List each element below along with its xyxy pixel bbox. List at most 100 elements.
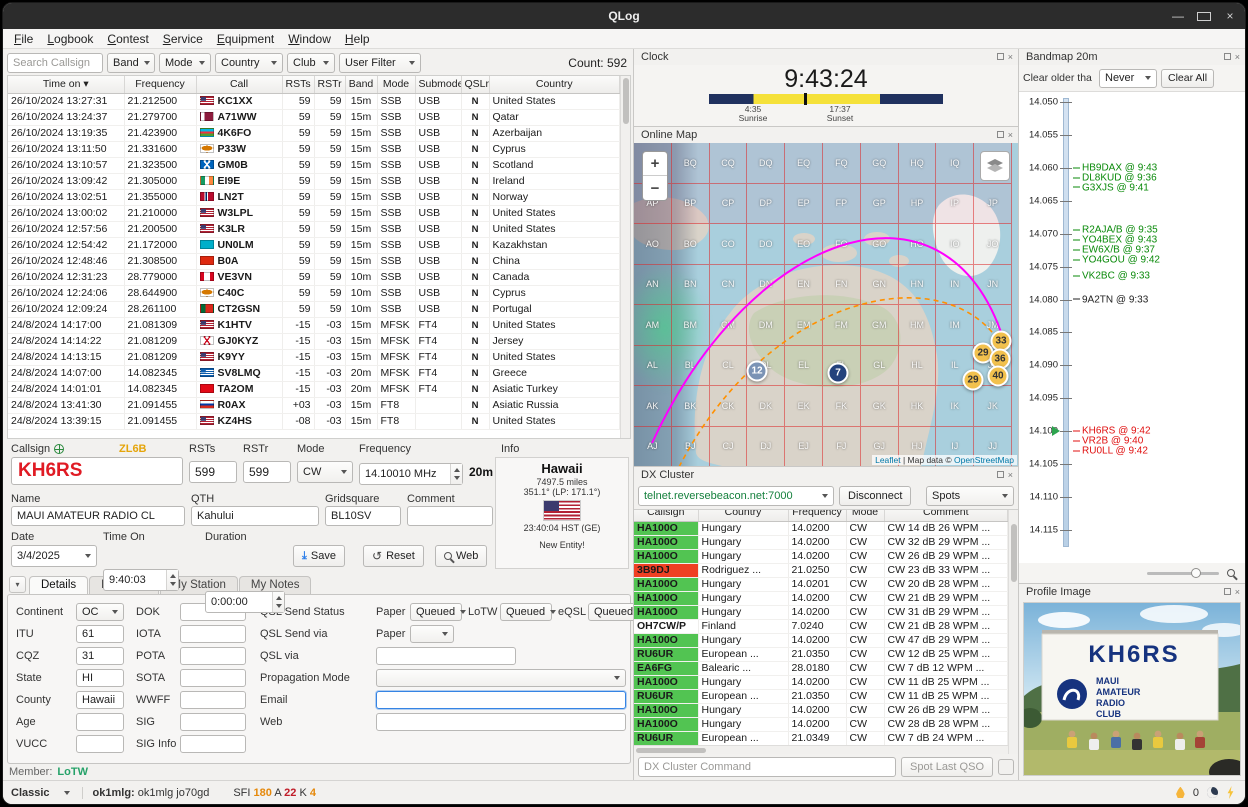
dxc-column-header-country[interactable]: Country [698, 509, 788, 521]
lotw-status-select[interactable]: Queued [500, 603, 552, 621]
logbook-row[interactable]: 26/10/2024 13:02:5121.355000LN2T595915mS… [8, 189, 620, 205]
search-callsign-input[interactable] [7, 53, 103, 73]
column-header-rstr[interactable]: RSTr [314, 76, 345, 93]
dxc-column-header-frequency[interactable]: Frequency [788, 509, 846, 521]
close-icon[interactable]: × [1223, 9, 1237, 23]
qth-input[interactable] [191, 506, 319, 526]
save-button[interactable]: ⤓Save [293, 545, 345, 567]
logbook-row[interactable]: 26/10/2024 12:24:0628.644900C40C595910mS… [8, 285, 620, 301]
dxc-spot-row[interactable]: HA100OHungary14.0200CWCW 11 dB 25 WPM ..… [634, 675, 1008, 689]
column-header-frequency[interactable]: Frequency [124, 76, 196, 93]
map-zoom-control[interactable]: + − [642, 151, 668, 201]
dxc-spot-row[interactable]: HA100OHungary14.0200CWCW 47 dB 29 WPM ..… [634, 633, 1008, 647]
spot-last-qso-button[interactable]: Spot Last QSO [901, 757, 993, 777]
mode-filter[interactable]: Mode [159, 53, 211, 73]
zoom-out-icon[interactable]: − [643, 176, 667, 200]
band-filter[interactable]: Band [107, 53, 155, 73]
cluster-server-select[interactable]: telnet.reversebeacon.net:7000 [638, 486, 834, 506]
logbook-row[interactable]: 26/10/2024 12:57:5621.200500K3LR595915mS… [8, 221, 620, 237]
logbook-row[interactable]: 26/10/2024 13:24:3721.279700A71WW595915m… [8, 109, 620, 125]
collapse-tabs-icon[interactable]: ▾ [9, 576, 26, 593]
qsl-via-input[interactable] [376, 647, 516, 665]
rsts-input[interactable] [189, 461, 237, 483]
spotted-callsign[interactable]: ZL6B [119, 443, 147, 455]
dxc-spot-row[interactable]: EA6FGBalearic ...28.0180CWCW 7 dB 12 WPM… [634, 661, 1008, 675]
dxc-column-header-callsign[interactable]: Callsign [634, 509, 698, 521]
spots-filter-select[interactable]: Spots [926, 486, 1014, 506]
map-cluster-marker[interactable]: 40 [988, 366, 1009, 387]
logbook-row[interactable]: 26/10/2024 13:00:0221.210000W3LPL595915m… [8, 205, 620, 221]
dxc-spot-row[interactable]: HA100OHungary14.0200CWCW 14 dB 26 WPM ..… [634, 521, 1008, 535]
sota-input[interactable] [180, 669, 246, 687]
menu-contest[interactable]: Contest [100, 31, 155, 47]
float-panel-icon[interactable] [997, 471, 1004, 480]
logbook-row[interactable]: 26/10/2024 13:11:5021.331600P33W595915mS… [8, 141, 620, 157]
cqz-input[interactable] [76, 647, 124, 665]
date-picker[interactable]: 3/4/2025 [11, 545, 97, 567]
maximize-icon[interactable] [1197, 12, 1211, 21]
dxc-column-header-mode[interactable]: Mode [846, 509, 884, 521]
bandmap-zoom-slider[interactable] [1147, 572, 1219, 575]
iota-input[interactable] [180, 625, 246, 643]
vucc-input[interactable] [76, 735, 124, 753]
logbook-row[interactable]: 26/10/2024 12:31:2328.779000VE3VN595910m… [8, 269, 620, 285]
logbook-row[interactable]: 26/10/2024 13:19:3521.4239004K6FO595915m… [8, 125, 620, 141]
bandmap-spot[interactable]: RU0LL @ 9:42 [1073, 445, 1148, 456]
column-header-band[interactable]: Band [345, 76, 377, 93]
map-cluster-marker[interactable]: 12 [747, 361, 768, 382]
email-input[interactable] [376, 691, 626, 709]
time-on-spinner[interactable] [103, 569, 179, 591]
minimize-icon[interactable]: — [1171, 9, 1185, 23]
menu-file[interactable]: File [7, 31, 40, 47]
bandmap-spot[interactable]: G3XJS @ 9:41 [1073, 182, 1149, 193]
dxc-spot-row[interactable]: HA100OHungary14.0200CWCW 31 dB 29 WPM ..… [634, 605, 1008, 619]
dxc-column-header-comment[interactable]: Comment [884, 509, 1008, 521]
connection-lightning-icon[interactable] [1226, 786, 1235, 799]
logbook-row[interactable]: 26/10/2024 13:09:4221.305000EI9E595915mS… [8, 173, 620, 189]
dxc-spot-row[interactable]: HA100OHungary14.0200CWCW 26 dB 29 WPM ..… [634, 703, 1008, 717]
frequency-spinner[interactable] [359, 463, 463, 485]
close-panel-icon[interactable]: × [1008, 131, 1013, 140]
leaflet-link[interactable]: Leaflet [875, 455, 901, 465]
menu-service[interactable]: Service [156, 31, 210, 47]
logbook-row[interactable]: 24/8/2024 14:07:0014.082345SV8LMQ-15-032… [8, 365, 620, 381]
profile-selector[interactable]: Classic [11, 787, 83, 799]
country-filter[interactable]: Country [215, 53, 283, 73]
clear-all-button[interactable]: Clear All [1161, 69, 1214, 88]
bandmap-spot[interactable]: VK2BC @ 9:33 [1073, 271, 1150, 282]
mode-select[interactable]: CW [297, 461, 353, 483]
column-header-time-on[interactable]: Time on ▾ [8, 76, 124, 93]
continent-select[interactable]: OC [76, 603, 124, 621]
club-filter[interactable]: Club [287, 53, 335, 73]
column-header-qslr[interactable]: QSLr [461, 76, 489, 93]
disconnect-button[interactable]: Disconnect [839, 486, 911, 506]
column-header-submode[interactable]: Submode [415, 76, 461, 93]
map-cluster-marker[interactable]: 29 [963, 370, 984, 391]
column-header-call[interactable]: Call [196, 76, 282, 93]
logbook-row[interactable]: 26/10/2024 12:09:2428.261100CT2GSN595910… [8, 301, 620, 317]
logbook-row[interactable]: 24/8/2024 14:01:0114.082345TA2OM-15-0320… [8, 381, 620, 397]
rstr-input[interactable] [243, 461, 291, 483]
state-input[interactable] [76, 669, 124, 687]
dxc-spot-row[interactable]: 3B9DJRodriguez ...21.0250CWCW 23 dB 33 W… [634, 563, 1008, 577]
command-options-icon[interactable] [998, 759, 1014, 775]
logbook-row[interactable]: 26/10/2024 13:10:5721.323500GM0B595915mS… [8, 157, 620, 173]
tab-details[interactable]: Details [29, 576, 88, 594]
layers-icon[interactable] [980, 151, 1010, 181]
menu-equipment[interactable]: Equipment [210, 31, 281, 47]
menu-window[interactable]: Window [281, 31, 338, 47]
web-button[interactable]: Web [435, 545, 487, 567]
pota-input[interactable] [180, 647, 246, 665]
float-panel-icon[interactable] [997, 53, 1004, 62]
wwff-input[interactable] [180, 691, 246, 709]
title-bar[interactable]: QLog — × [3, 3, 1245, 29]
logbook-row[interactable]: 26/10/2024 12:54:4221.172000UN0LM595915m… [8, 237, 620, 253]
float-panel-icon[interactable] [997, 131, 1004, 140]
sig-info-input[interactable] [180, 735, 246, 753]
logbook-row[interactable]: 24/8/2024 13:41:3021.091455R0AX+03-0315m… [8, 397, 620, 413]
float-panel-icon[interactable] [1224, 588, 1231, 597]
float-panel-icon[interactable] [1224, 53, 1231, 62]
close-panel-icon[interactable]: × [1008, 471, 1013, 480]
name-input[interactable] [11, 506, 185, 526]
logbook-row[interactable]: 26/10/2024 13:27:3121.212500KC1XX595915m… [8, 93, 620, 109]
